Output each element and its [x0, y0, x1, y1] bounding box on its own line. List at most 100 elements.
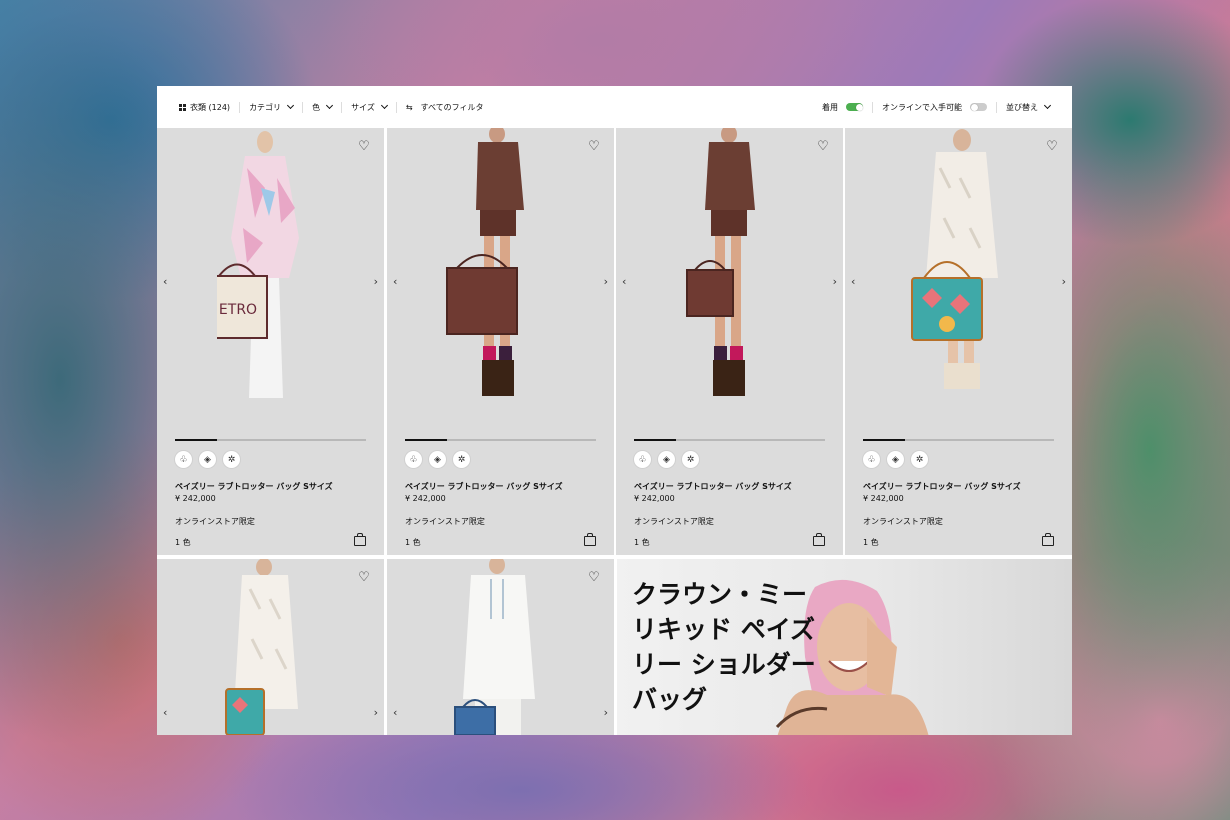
product-image	[911, 129, 998, 389]
product-card[interactable]: ETRO ♡ ‹ › ♧ ◈ ✲ ペイズリー ラブトロッター バッグ Sサイズ …	[157, 128, 384, 555]
chevron-down-icon	[326, 101, 334, 110]
promo-title: クラウン・ミー リキッド ペイズ リー ショルダー バッグ	[632, 577, 837, 717]
tree-icon: ♧	[863, 451, 880, 468]
heart-icon[interactable]: ♡	[357, 571, 371, 585]
wearing-switch[interactable]	[846, 103, 863, 111]
grid-icon	[179, 103, 186, 111]
heart-icon[interactable]: ♡	[357, 140, 371, 154]
chevron-left-icon[interactable]: ‹	[622, 275, 626, 288]
chevron-down-icon	[287, 101, 295, 110]
chevron-right-icon[interactable]: ›	[1062, 275, 1066, 288]
promo-banner[interactable]: クラウン・ミー リキッド ペイズ リー ショルダー バッグ	[617, 559, 1072, 735]
online-exclusive-label: オンラインストア限定	[405, 517, 485, 526]
product-card[interactable]: ♡ ‹ ›	[387, 559, 614, 735]
tree-icon: ♧	[634, 451, 651, 468]
image-progress-bar	[175, 439, 366, 441]
shopping-bag-icon[interactable]	[813, 533, 825, 546]
online-exclusive-label: オンラインストア限定	[634, 517, 714, 526]
chevron-left-icon[interactable]: ‹	[393, 706, 397, 719]
promo-title-line: クラウン・ミー	[632, 580, 808, 609]
sliders-icon: ⇆	[405, 102, 413, 112]
wearing-label: 着用	[822, 102, 838, 112]
product-name[interactable]: ペイズリー ラブトロッター バッグ Sサイズ	[863, 481, 1021, 492]
image-progress-bar	[634, 439, 825, 441]
sort-dropdown[interactable]: 並び替え	[1006, 101, 1052, 113]
chevron-down-icon	[1043, 101, 1052, 110]
color-count: 1 色	[175, 538, 191, 547]
svg-text:ETRO: ETRO	[219, 302, 257, 318]
product-name[interactable]: ペイズリー ラブトロッター バッグ Sサイズ	[634, 481, 792, 492]
leather-icon: ◈	[429, 451, 446, 468]
leather-icon: ◈	[658, 451, 675, 468]
feature-badges: ♧ ◈ ✲	[175, 451, 240, 468]
online-available-switch[interactable]	[970, 103, 987, 111]
all-filters-button[interactable]: ⇆ すべてのフィルタ	[406, 102, 484, 113]
product-image	[225, 559, 298, 735]
category-count-filter[interactable]: 衣類 (124)	[179, 102, 230, 113]
chevron-left-icon[interactable]: ‹	[851, 275, 855, 288]
category-dropdown[interactable]: カテゴリ	[249, 101, 295, 113]
chevron-right-icon[interactable]: ›	[374, 706, 378, 719]
product-name[interactable]: ペイズリー ラブトロッター バッグ Sサイズ	[175, 481, 333, 492]
heart-icon[interactable]: ♡	[587, 571, 601, 585]
product-price: ¥ 242,000	[405, 494, 446, 503]
heart-icon[interactable]: ♡	[1045, 140, 1059, 154]
feature-badges: ♧ ◈ ✲	[863, 451, 928, 468]
divider	[302, 101, 304, 113]
heart-icon[interactable]: ♡	[587, 140, 601, 154]
tree-icon: ♧	[405, 451, 422, 468]
chevron-right-icon[interactable]: ›	[604, 706, 608, 719]
product-card[interactable]: ♡ ‹ › ♧ ◈ ✲ ペイズリー ラブトロッター バッグ Sサイズ ¥ 242…	[845, 128, 1072, 555]
shopping-bag-icon[interactable]	[1042, 533, 1054, 546]
leather-icon: ◈	[887, 451, 904, 468]
divider	[395, 101, 397, 113]
shopping-bag-icon[interactable]	[354, 533, 366, 546]
chevron-left-icon[interactable]: ‹	[393, 275, 397, 288]
online-exclusive-label: オンラインストア限定	[175, 517, 255, 526]
wearing-toggle[interactable]: 着用	[822, 102, 863, 113]
divider	[239, 101, 241, 113]
chevron-left-icon[interactable]: ‹	[163, 706, 167, 719]
chevron-left-icon[interactable]: ‹	[163, 275, 167, 288]
chevron-down-icon	[380, 101, 388, 110]
divider	[996, 101, 997, 113]
chevron-right-icon[interactable]: ›	[604, 275, 608, 288]
promo-title-line: バッグ	[632, 685, 708, 714]
tree-icon: ♧	[175, 451, 192, 468]
color-count: 1 色	[863, 538, 879, 547]
recycle-icon: ✲	[223, 451, 240, 468]
size-dropdown[interactable]: サイズ	[351, 101, 388, 113]
product-card[interactable]: ♡ ‹ › ♧ ◈ ✲ ペイズリー ラブトロッター バッグ Sサイズ ¥ 242…	[387, 128, 614, 555]
filter-bar: 衣類 (124) カテゴリ 色 サイズ ⇆ すべてのフィルタ 着用 オンラインで	[157, 86, 1072, 128]
recycle-icon: ✲	[453, 451, 470, 468]
product-card[interactable]: ♡ ‹ ›	[157, 559, 384, 735]
divider	[872, 101, 873, 113]
image-progress-bar	[863, 439, 1054, 441]
color-count: 1 色	[405, 538, 421, 547]
promo-title-line: リー ショルダー	[632, 650, 816, 679]
promo-title-line: リキッド ペイズ	[632, 615, 815, 644]
product-image: ETRO	[217, 131, 299, 398]
product-image	[446, 128, 524, 396]
image-progress-bar	[405, 439, 596, 441]
chevron-right-icon[interactable]: ›	[833, 275, 837, 288]
product-card[interactable]: ♡ ‹ › ♧ ◈ ✲ ペイズリー ラブトロッター バッグ Sサイズ ¥ 242…	[616, 128, 843, 555]
color-dropdown[interactable]: 色	[312, 101, 334, 113]
sort-label: 並び替え	[1006, 102, 1038, 112]
product-name[interactable]: ペイズリー ラブトロッター バッグ Sサイズ	[405, 481, 563, 492]
product-price: ¥ 242,000	[863, 494, 904, 503]
online-available-label: オンラインで入手可能	[882, 102, 962, 112]
divider	[341, 101, 343, 113]
shopping-bag-icon[interactable]	[584, 533, 596, 546]
recycle-icon: ✲	[911, 451, 928, 468]
category-count-label: 衣類 (124)	[190, 102, 231, 112]
heart-icon[interactable]: ♡	[816, 140, 830, 154]
feature-badges: ♧ ◈ ✲	[405, 451, 470, 468]
product-image	[454, 559, 535, 735]
feature-badges: ♧ ◈ ✲	[634, 451, 699, 468]
online-available-toggle[interactable]: オンラインで入手可能	[882, 102, 987, 113]
chevron-right-icon[interactable]: ›	[374, 275, 378, 288]
product-image	[686, 128, 755, 396]
all-filters-label: すべてのフィルタ	[420, 102, 484, 112]
product-price: ¥ 242,000	[634, 494, 675, 503]
